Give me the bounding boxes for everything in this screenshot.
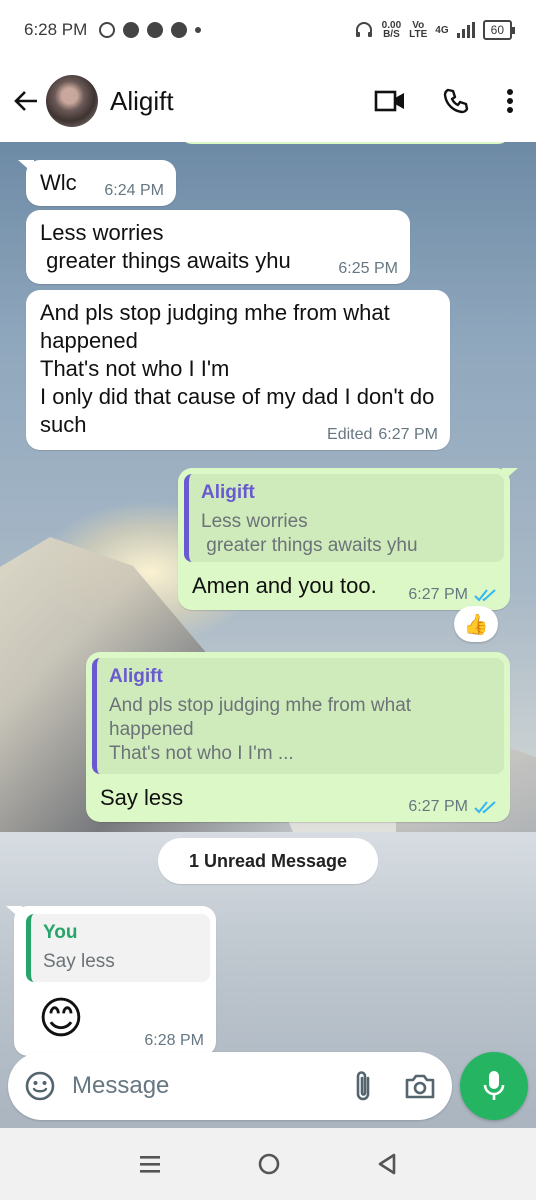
- attach-icon[interactable]: [352, 1069, 374, 1103]
- more-options-icon[interactable]: [506, 88, 514, 114]
- quoted-reply[interactable]: Aligift And pls stop judging mhe from wh…: [92, 658, 504, 774]
- reaction-badge[interactable]: 👍: [454, 606, 498, 642]
- back-button[interactable]: [12, 87, 40, 115]
- bitcoin-icon: [123, 22, 140, 38]
- back-nav-icon[interactable]: [376, 1152, 398, 1176]
- headset-icon: [355, 22, 372, 37]
- recent-apps-icon[interactable]: [138, 1154, 162, 1174]
- message-incoming[interactable]: And pls stop judging mhe from what happe…: [26, 290, 450, 450]
- status-system-icons: 0.00 B/S Vo LTE 4G 60: [354, 20, 516, 40]
- quoted-text: Less worries greater things awaits yhu: [201, 511, 418, 556]
- message-text: Amen and you too.: [192, 573, 377, 598]
- message-meta: 6:24 PM: [104, 182, 164, 200]
- message-incoming[interactable]: You Say less 😊 6:28 PM: [6, 906, 216, 1056]
- message-meta: 6:28 PM: [144, 1032, 204, 1050]
- whatsapp-icon: [99, 22, 116, 38]
- battery-icon: 60: [482, 20, 516, 40]
- message-time: 6:27 PM: [378, 426, 438, 443]
- message-time: 6:27 PM: [408, 798, 468, 815]
- unread-messages-divider: 1 Unread Message: [158, 838, 378, 884]
- message-incoming[interactable]: Wlc 6:24 PM: [18, 160, 176, 206]
- voice-call-icon[interactable]: [442, 87, 470, 115]
- message-outgoing[interactable]: Aligift And pls stop judging mhe from wh…: [86, 652, 510, 822]
- message-text: Say less: [100, 785, 184, 810]
- message-input[interactable]: Message: [72, 1072, 169, 1100]
- video-call-icon[interactable]: [374, 89, 406, 113]
- smiling-face-emoji-icon: 😊: [38, 994, 84, 1043]
- message-meta: 6:27 PM: [408, 586, 498, 604]
- thumbs-up-icon: 👍: [463, 613, 489, 636]
- message-time: 6:24 PM: [104, 182, 164, 199]
- quoted-text: And pls stop judging mhe from what happe…: [109, 695, 412, 764]
- message-time: 6:25 PM: [338, 260, 398, 277]
- quoted-reply[interactable]: Aligift Less worries greater things awai…: [184, 474, 504, 562]
- contact-name[interactable]: Aligift: [110, 86, 174, 117]
- message-meta: 6:27 PM: [408, 798, 498, 816]
- message-time: 6:27 PM: [408, 586, 468, 603]
- message-incoming[interactable]: Less worries greater things awaits yhu 6…: [26, 210, 410, 284]
- more-notifications-dot-icon: [195, 27, 202, 33]
- quoted-text: Say less: [43, 951, 115, 972]
- system-navigation-bar: [0, 1128, 536, 1200]
- microphone-icon: [483, 1071, 505, 1100]
- status-time: 6:28 PM: [24, 20, 88, 39]
- composer-actions: [352, 1069, 436, 1103]
- message-text: And pls stop judging mhe from what happe…: [40, 300, 435, 437]
- edited-label: Edited: [327, 426, 373, 443]
- quoted-reply[interactable]: You Say less: [26, 914, 210, 982]
- quoted-author: Aligift: [109, 666, 163, 687]
- header-actions: [374, 87, 524, 115]
- message-text: Less worries greater things awaits yhu: [40, 220, 291, 273]
- message-text: Wlc: [40, 170, 77, 195]
- home-icon[interactable]: [257, 1152, 281, 1176]
- snapchat-icon: [171, 22, 188, 38]
- double-check-read-icon: [474, 589, 496, 602]
- voice-message-button[interactable]: [460, 1052, 528, 1120]
- network-type: 4G: [435, 24, 449, 36]
- chat-bubble-icon: [147, 22, 164, 38]
- camera-icon[interactable]: [404, 1072, 436, 1100]
- quoted-author: You: [43, 922, 78, 943]
- double-check-read-icon: [474, 801, 496, 814]
- net-speed: 0.00 B/S: [381, 20, 402, 40]
- back-arrow-icon: [14, 91, 37, 111]
- message-composer[interactable]: Message: [8, 1052, 452, 1120]
- avatar[interactable]: [46, 75, 98, 127]
- message-time: 6:28 PM: [144, 1032, 204, 1049]
- message-outgoing[interactable]: Aligift Less worries greater things awai…: [178, 468, 518, 610]
- message-meta: 6:25 PM: [338, 260, 398, 278]
- chat-header: Aligift: [0, 60, 536, 142]
- emoji-icon[interactable]: [24, 1070, 56, 1102]
- volte-indicator: Vo LTE: [409, 20, 428, 40]
- quoted-author: Aligift: [201, 482, 255, 503]
- status-notification-icons: [99, 22, 202, 38]
- chat-area[interactable]: Wlc 6:24 PM Less worries greater things …: [0, 142, 536, 1128]
- signal-icon: [456, 22, 475, 38]
- status-bar: 6:28 PM 0.00 B/S Vo LTE 4G 60: [0, 0, 536, 60]
- message-meta: Edited 6:27 PM: [327, 426, 438, 444]
- previous-message-fragment: [180, 142, 510, 144]
